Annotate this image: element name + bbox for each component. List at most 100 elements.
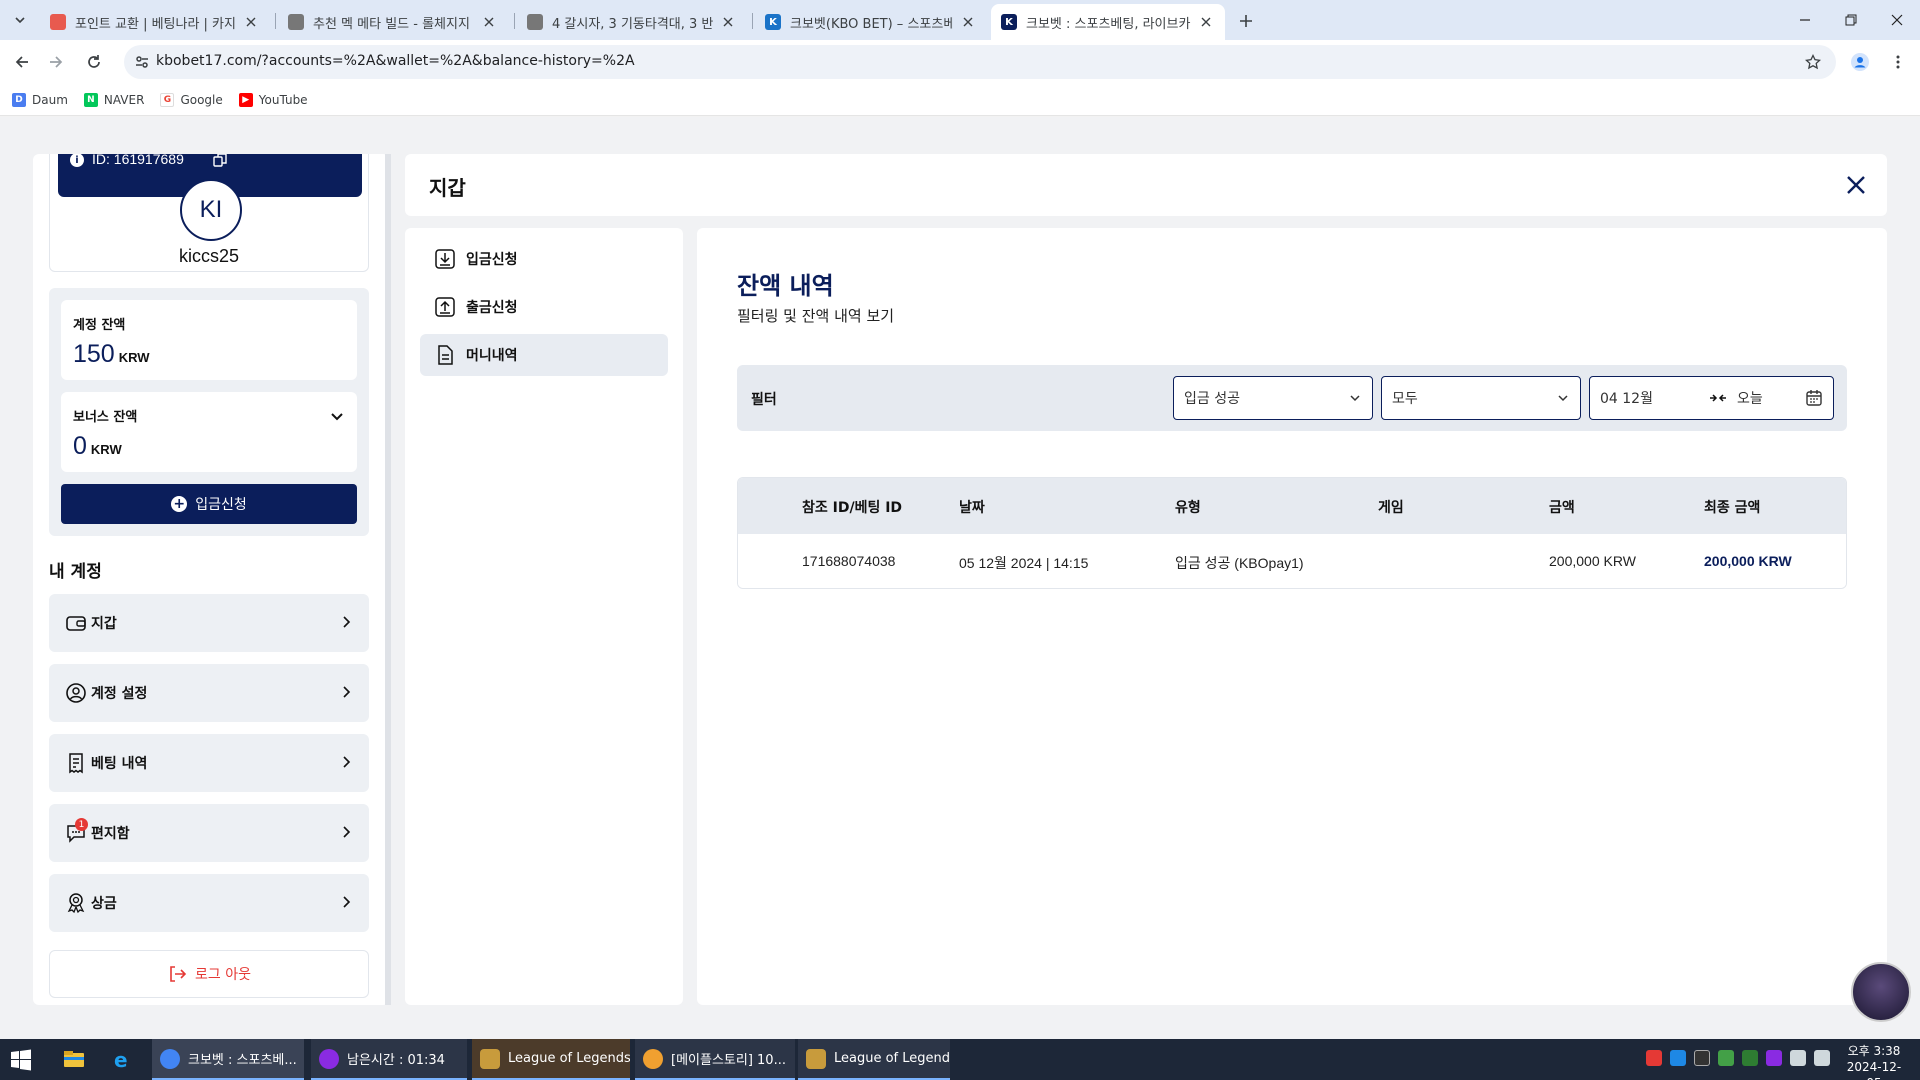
account-balance-value: 150 — [73, 340, 115, 368]
chevron-right-icon — [343, 896, 351, 908]
date-from: 04 12월 — [1600, 391, 1653, 407]
browser-tab-3[interactable]: 4 갈시자, 3 기동타격대, 3 반군 — [517, 4, 747, 40]
tab-close-button[interactable] — [959, 13, 977, 31]
bookmarks-bar: D Daum N NAVER G Google ▶ YouTube — [0, 84, 1920, 116]
tab-close-button[interactable] — [1197, 13, 1215, 31]
tray-app-icon[interactable] — [1766, 1050, 1782, 1066]
taskbar-app-chrome[interactable]: 크보벳 : 스포츠베... — [152, 1039, 304, 1080]
tab-separator — [514, 13, 515, 29]
close-icon — [1891, 14, 1903, 26]
tray-app-icon[interactable] — [1742, 1050, 1758, 1066]
taskbar-app-label: League of Legends... — [834, 1051, 950, 1066]
filter-label: 필터 — [751, 392, 777, 408]
menu-item-label: 계정 설정 — [91, 686, 148, 702]
status-select-value: 입금 성공 — [1184, 391, 1240, 407]
wallet-nav-money-history[interactable]: 머니내역 — [420, 334, 668, 376]
browser-tab-active[interactable]: K 크보벳 : 스포츠베팅, 라이브카지노 — [991, 4, 1225, 40]
restore-button[interactable] — [1838, 8, 1864, 32]
tab-favicon: K — [1001, 14, 1017, 30]
wallet-nav-label: 입금신청 — [466, 252, 518, 268]
account-balance-amount: 150 KRW — [73, 340, 150, 369]
bookmark-naver[interactable]: N NAVER — [83, 92, 144, 107]
chevron-down-icon[interactable] — [327, 406, 347, 426]
file-explorer-icon[interactable] — [62, 1047, 86, 1071]
taskbar-app-timer[interactable]: 남은시간 : 01:34 — [311, 1039, 467, 1080]
sidebar-scrollbar[interactable] — [385, 154, 391, 1005]
url-text[interactable]: kbobet17.com/?accounts=%2A&wallet=%2A&ba… — [156, 53, 635, 69]
message-icon-wrap: 1 — [65, 818, 88, 844]
status-select[interactable]: 입금 성공 — [1173, 376, 1373, 420]
balance-history-section: 잔액 내역 필터링 및 잔액 내역 보기 필터 입금 성공 모두 04 12월 … — [697, 228, 1887, 1005]
address-bar[interactable]: kbobet17.com/?accounts=%2A&wallet=%2A&ba… — [124, 45, 1836, 79]
type-select[interactable]: 모두 — [1381, 376, 1581, 420]
taskbar-app-maplestory[interactable]: [메이플스토리] 10... — [635, 1039, 795, 1080]
taskbar-app-lol-client[interactable]: League of Legends... — [798, 1039, 950, 1080]
close-icon[interactable] — [1843, 172, 1869, 198]
menu-item-account-settings[interactable]: 계정 설정 — [49, 664, 369, 722]
tab-search-button[interactable] — [8, 9, 32, 31]
close-icon — [1201, 17, 1211, 27]
user-settings-icon — [66, 683, 86, 703]
menu-item-wallet[interactable]: 지갑 — [49, 594, 369, 652]
cell-amount: 200,000 KRW — [1549, 553, 1636, 569]
type-select-value: 모두 — [1392, 391, 1418, 407]
menu-item-label: 상금 — [91, 896, 117, 912]
windows-start-icon[interactable] — [10, 1049, 32, 1071]
logout-button[interactable]: 로그 아웃 — [49, 950, 369, 998]
browser-menu-button[interactable] — [1886, 50, 1910, 74]
deposit-button[interactable]: + 입금신청 — [61, 484, 357, 524]
back-button[interactable] — [10, 50, 34, 74]
site-info-button[interactable] — [130, 50, 154, 74]
bookmark-star-button[interactable] — [1802, 51, 1824, 73]
tray-app-icon[interactable] — [1646, 1050, 1662, 1066]
google-icon: G — [160, 92, 175, 107]
forward-button[interactable] — [44, 50, 68, 74]
column-header: 유형 — [1175, 500, 1201, 516]
taskbar-clock[interactable]: 오후 3:38 2024-12-05 — [1840, 1043, 1908, 1080]
tray-app-icon[interactable] — [1694, 1050, 1710, 1066]
avatar: KI — [180, 179, 242, 241]
chevron-down-icon — [1350, 395, 1360, 402]
wallet-title: 지갑 — [429, 176, 466, 200]
tray-app-icon[interactable] — [1670, 1050, 1686, 1066]
menu-item-betting-history[interactable]: 베팅 내역 — [49, 734, 369, 792]
close-icon — [723, 17, 733, 27]
wallet-nav-deposit[interactable]: 입금신청 — [420, 238, 668, 280]
browser-tab-2[interactable]: 추천 멕 메타 빌드 - 롤체지지 — [278, 4, 508, 40]
volume-icon[interactable] — [1814, 1050, 1830, 1066]
close-icon — [246, 17, 256, 27]
bookmark-google[interactable]: G Google — [160, 92, 223, 107]
minimize-button[interactable] — [1792, 8, 1818, 32]
plus-icon — [1240, 15, 1252, 27]
profile-button[interactable] — [1848, 50, 1872, 74]
tab-close-button[interactable] — [719, 13, 737, 31]
menu-item-inbox[interactable]: 1 편지함 — [49, 804, 369, 862]
menu-item-prizes[interactable]: 상금 — [49, 874, 369, 932]
menu-item-label: 지갑 — [91, 616, 117, 632]
copy-icon[interactable] — [212, 154, 228, 168]
internet-explorer-icon[interactable]: e — [111, 1047, 135, 1071]
tab-favicon — [288, 14, 304, 30]
wallet-nav-withdraw[interactable]: 출금신청 — [420, 286, 668, 328]
new-tab-button[interactable] — [1234, 9, 1258, 33]
tab-close-button[interactable] — [480, 13, 498, 31]
plus-circle-icon: + — [171, 496, 188, 512]
arrow-right-icon — [50, 56, 63, 68]
window-close-button[interactable] — [1884, 8, 1910, 32]
tab-close-button[interactable] — [242, 13, 260, 31]
bonus-balance-label: 보너스 잔액 — [73, 410, 138, 425]
date-range-picker[interactable]: 04 12월 오늘 — [1589, 376, 1834, 420]
browser-tab-4[interactable]: K 크보벳(KBO BET) – 스포츠베팅 — [755, 4, 987, 40]
bookmark-youtube[interactable]: ▶ YouTube — [238, 92, 308, 107]
bonus-balance-card: 보너스 잔액 0 KRW — [61, 392, 357, 472]
tray-app-icon[interactable] — [1718, 1050, 1734, 1066]
reload-icon — [88, 55, 100, 68]
support-chat-avatar[interactable] — [1851, 962, 1911, 1022]
browser-tab-1[interactable]: 포인트 교환 | 베팅나라 | 카지노 — [40, 4, 270, 40]
tab-title: 크보벳 : 스포츠베팅, 라이브카지노 — [1026, 16, 1191, 32]
reload-button[interactable] — [82, 50, 106, 74]
bookmark-daum[interactable]: D Daum — [12, 92, 68, 107]
account-sidebar: i ID: 161917689 KI kiccs25 계정 잔액 150 KRW … — [33, 154, 389, 1005]
taskbar-app-lol[interactable]: League of Legends — [472, 1039, 630, 1080]
network-icon[interactable] — [1790, 1050, 1806, 1066]
